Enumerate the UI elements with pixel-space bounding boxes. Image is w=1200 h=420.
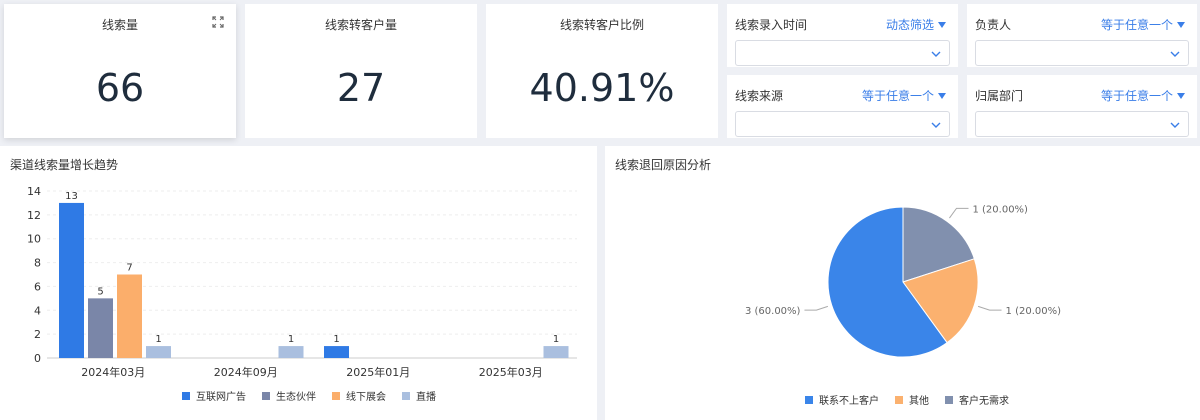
legend-label: 生态伙伴 [276,390,316,403]
filter-select[interactable] [975,40,1189,66]
y-tick-label: 0 [34,352,41,365]
y-tick-label: 10 [27,233,41,246]
legend-label: 联系不上客户 [819,394,879,407]
expand-icon[interactable] [212,16,224,28]
kpi-value: 40.91% [529,66,675,110]
filter-mode-text: 等于任意一个 [1100,89,1173,103]
kpi-title: 线索转客户比例 [559,18,644,32]
bar-value-label: 1 [333,334,339,345]
legend-swatch [945,396,953,404]
bar [278,346,304,358]
filter-mode-text: 等于任意一个 [1100,18,1173,32]
bar [324,346,349,358]
kpi-card-leads: 线索量 66 [4,4,236,138]
bar-value-label: 1 [155,334,161,345]
bar [117,274,142,358]
kpi-value: 27 [336,66,386,110]
filter-label: 线索录入时间 [735,18,808,32]
pie-leader-line [949,207,969,219]
bar-chart: 0 2 4 6 8 10 12 14 2024年03月 13 5 7 1 2024年09月 1 2025年01… [27,185,577,403]
filter-label: 负责人 [975,18,1012,32]
legend-item: 其他 [895,394,929,407]
legend-swatch [805,396,813,404]
filter-mode-dropdown[interactable]: 动态筛选 [886,16,946,33]
x-tick-label: 2025年01月 [346,365,410,379]
legend-swatch [895,396,903,404]
bar [59,202,84,358]
filter-owner: 负责人 等于任意一个 [967,4,1197,67]
chevron-down-icon [931,122,941,128]
caret-down-icon [938,92,946,99]
legend-item: 直播 [402,390,436,403]
bar-value-label: 5 [97,286,103,297]
legend-label: 客户无需求 [959,394,1009,407]
caret-down-icon [1177,92,1185,99]
pie-leader-line [977,305,1002,311]
filter-select[interactable] [735,111,950,137]
filter-mode-text: 动态筛选 [885,18,934,32]
legend-item: 线下展会 [332,390,386,403]
kpi-title: 线索转客户量 [324,18,397,32]
pie-value-label: 1 (20.00%) [972,204,1028,215]
legend-label: 线下展会 [346,390,386,403]
pie-value-label: 1 (20.00%) [1006,306,1062,317]
bar [543,346,569,358]
y-tick-label: 6 [34,280,41,293]
y-tick-label: 12 [27,209,41,222]
pie-value-label: 3 (60.00%) [745,306,801,317]
bar-value-label: 1 [288,334,294,345]
filter-mode-text: 等于任意一个 [861,89,934,103]
filter-select[interactable] [735,40,950,66]
pie-chart: 1 (20.00%) 1 (20.00%) 3 (60.00%) 联系不上客户 其他 客户… [745,204,1062,407]
filter-label: 线索来源 [735,89,784,103]
x-tick-label: 2024年03月 [81,365,145,379]
bar [146,346,171,358]
y-tick-label: 8 [34,257,41,270]
legend-swatch [182,392,190,400]
chevron-down-icon [1170,51,1180,57]
bar-chart-panel: 渠道线索量增长趋势 0 2 4 6 8 10 12 14 2024年03月 13 5 7 1 2024年0… [0,146,597,420]
legend-label: 互联网广告 [196,390,246,403]
y-tick-label: 2 [34,328,41,341]
legend-label: 直播 [416,390,436,403]
filter-source: 线索来源 等于任意一个 [727,75,958,138]
caret-down-icon [1177,21,1185,28]
filter-select[interactable] [975,111,1189,137]
legend-label: 其他 [909,394,929,407]
bar-value-label: 7 [126,263,132,274]
pie-leader-line [804,305,829,311]
caret-down-icon [938,21,946,28]
kpi-card-converted: 线索转客户量 27 [245,4,477,138]
legend-swatch [332,392,340,400]
y-tick-label: 4 [34,304,41,317]
chevron-down-icon [931,51,941,57]
legend-swatch [262,392,270,400]
bar-value-label: 13 [65,191,78,202]
filter-mode-dropdown[interactable]: 等于任意一个 [862,87,946,104]
legend-swatch [402,392,410,400]
kpi-card-conversion-rate: 线索转客户比例 40.91% [486,4,718,138]
kpi-title: 线索量 [101,18,138,32]
filter-department: 归属部门 等于任意一个 [967,75,1197,138]
legend-item: 联系不上客户 [805,394,879,407]
chevron-down-icon [1170,122,1180,128]
kpi-value: 66 [95,66,145,110]
filter-entry-time: 线索录入时间 动态筛选 [727,4,958,67]
filter-mode-dropdown[interactable]: 等于任意一个 [1101,87,1185,104]
y-tick-label: 14 [27,185,41,198]
filter-mode-dropdown[interactable]: 等于任意一个 [1101,16,1185,33]
legend-item: 生态伙伴 [262,390,316,403]
pie-chart-panel: 线索退回原因分析 1 (20.00%) 1 (20.00%) 3 (60.00%) 联… [605,146,1200,420]
legend-item: 客户无需求 [945,394,1009,407]
filter-label: 归属部门 [975,89,1024,103]
bar [88,298,113,358]
legend-item: 互联网广告 [182,390,246,403]
x-tick-label: 2025年03月 [479,365,543,379]
x-tick-label: 2024年09月 [214,365,278,379]
bar-value-label: 1 [553,334,559,345]
